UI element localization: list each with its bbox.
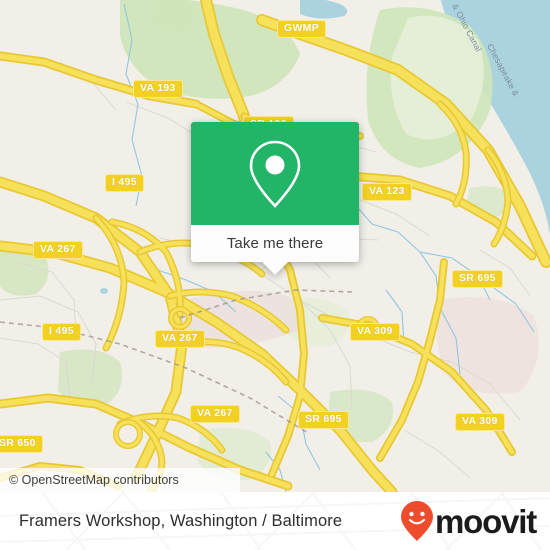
callout-action-panel[interactable]: Take me there [191, 225, 359, 262]
road-shield-i495-mid[interactable]: I 495 [105, 174, 144, 192]
callout-tail-pointer [262, 262, 288, 275]
road-shield-i495-sw[interactable]: I 495 [42, 323, 81, 341]
moovit-brand-logo: moovit [400, 500, 537, 542]
page-title: Framers Workshop, Washington / Baltimore [19, 511, 343, 530]
road-shield-va267-nw[interactable]: VA 267 [33, 241, 83, 259]
map-attribution[interactable]: © OpenStreetMap contributors [0, 468, 240, 492]
map-pin-icon [249, 140, 301, 208]
road-shield-sr650[interactable]: SR 650 [0, 435, 43, 453]
bottom-info-bar: Framers Workshop, Washington / Baltimore… [0, 492, 550, 550]
callout-image-panel [191, 122, 359, 225]
road-shield-va267-mid[interactable]: VA 267 [155, 330, 205, 348]
road-shield-va267-s[interactable]: VA 267 [190, 405, 240, 423]
attribution-text: © OpenStreetMap contributors [9, 473, 179, 487]
moovit-wordmark: moovit [435, 502, 537, 540]
moovit-map-screenshot: GWMP VA 193 SR 193 I 495 VA 123 VA 267 S… [0, 0, 550, 550]
road-shield-va309-se[interactable]: VA 309 [455, 413, 505, 431]
road-shield-va309-mid[interactable]: VA 309 [350, 323, 400, 341]
road-shield-sr695-s[interactable]: SR 695 [298, 411, 349, 429]
road-shield-gwmp[interactable]: GWMP [277, 20, 327, 38]
take-me-there-label: Take me there [226, 235, 324, 252]
location-callout-card[interactable]: Take me there [191, 122, 359, 275]
moovit-pin-icon [401, 501, 434, 541]
road-shield-va193[interactable]: VA 193 [133, 80, 183, 98]
map-canvas[interactable]: GWMP VA 193 SR 193 I 495 VA 123 VA 267 S… [0, 0, 550, 492]
road-shield-sr695-ne[interactable]: SR 695 [452, 270, 503, 288]
road-shield-va123[interactable]: VA 123 [362, 183, 412, 201]
